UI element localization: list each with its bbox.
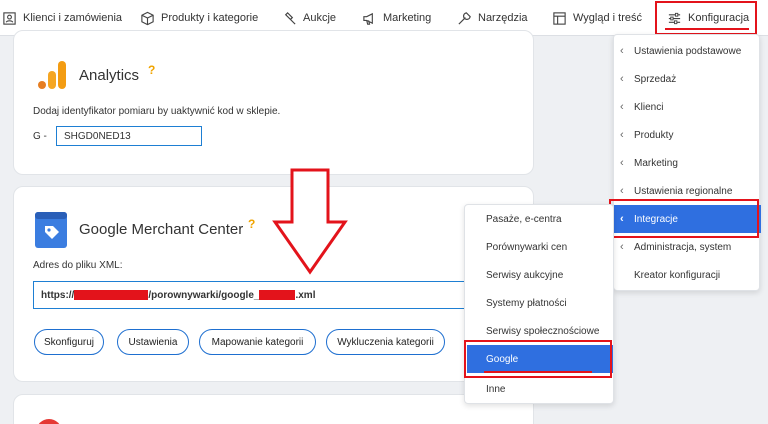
menu-item-label: Administracja, system xyxy=(634,241,732,253)
highlight-box xyxy=(609,199,759,238)
menu-item-marketing[interactable]: ‹ Marketing xyxy=(614,149,761,177)
menu-item-label: Inne xyxy=(486,383,506,395)
xml-label: Adres do pliku XML: xyxy=(33,260,123,271)
menu-item-basic-settings[interactable]: ‹ Ustawienia podstawowe xyxy=(614,37,761,65)
configuration-menu: ‹ Ustawienia podstawowe ‹ Sprzedaż ‹ Klienc… xyxy=(613,34,761,291)
analytics-title: Analytics xyxy=(79,67,140,84)
menu-item-label: Klienci xyxy=(634,101,664,113)
menu-item-label: Sprzedaż xyxy=(634,73,677,85)
down-arrow-annotation xyxy=(272,168,348,275)
submenu-item-price-comparison[interactable]: Porównywarki cen xyxy=(465,233,615,261)
category-exclusions-button[interactable]: Wykluczenia kategorii xyxy=(326,329,445,355)
submenu-item-other[interactable]: Inne xyxy=(465,375,615,403)
menu-item-label: Systemy płatności xyxy=(486,297,567,309)
box-icon xyxy=(141,11,154,25)
menu-item-label: Kreator konfiguracji xyxy=(634,269,721,281)
settings-button[interactable]: Ustawienia xyxy=(117,329,189,355)
chevron-left-icon: ‹ xyxy=(620,157,624,169)
chevron-left-icon: ‹ xyxy=(620,185,624,197)
menu-item-clients[interactable]: ‹ Klienci xyxy=(614,93,761,121)
hammer-icon xyxy=(284,11,296,25)
nav-label: Wygląd i treść xyxy=(573,12,642,24)
menu-item-label: Ustawienia regionalne xyxy=(634,185,733,197)
chevron-left-icon: ‹ xyxy=(620,241,624,253)
help-icon[interactable]: ? xyxy=(248,217,255,231)
nav-label: Klienci i zamówienia xyxy=(23,12,123,24)
help-icon[interactable]: ? xyxy=(148,63,155,77)
category-mapping-button[interactable]: Mapowanie kategorii xyxy=(199,329,316,355)
google-analytics-icon xyxy=(38,61,66,89)
partial-logo-icon xyxy=(38,419,60,424)
menu-item-label: Produkty xyxy=(634,129,674,141)
menu-item-label: Pasaże, e-centra xyxy=(486,213,562,225)
megaphone-icon xyxy=(363,12,373,25)
menu-item-label: Porównywarki cen xyxy=(486,241,568,253)
menu-item-products[interactable]: ‹ Produkty xyxy=(614,121,761,149)
chevron-left-icon: ‹ xyxy=(620,129,624,141)
submenu-item-marketplaces[interactable]: Pasaże, e-centra xyxy=(465,205,615,233)
measurement-prefix: G - xyxy=(33,131,47,142)
url-part: https:// xyxy=(41,289,75,301)
redacted-block xyxy=(259,290,296,300)
menu-item-label: Serwisy aukcyjne xyxy=(486,269,564,281)
url-part: /porownywarki/google_ xyxy=(148,289,260,301)
nav-label: Narzędzia xyxy=(478,12,528,24)
merchant-center-icon xyxy=(35,212,67,248)
nav-label: Aukcje xyxy=(303,12,337,24)
nav-appearance-content[interactable]: Wygląd i treść xyxy=(552,0,642,36)
menu-item-label: Ustawienia podstawowe xyxy=(634,45,742,57)
merchant-title: Google Merchant Center xyxy=(79,221,244,238)
url-part: .xml xyxy=(295,289,316,301)
measurement-id-input[interactable]: SHGD0NED13 xyxy=(56,126,202,146)
next-card xyxy=(13,394,534,424)
chevron-left-icon: ‹ xyxy=(620,45,624,57)
xml-url-field[interactable]: https:// /porownywarki/google_ .xml xyxy=(33,281,473,309)
menu-item-label: Marketing xyxy=(634,157,678,169)
layout-icon xyxy=(553,11,566,25)
submenu-item-payment-systems[interactable]: Systemy płatności xyxy=(465,289,615,317)
nav-label: Produkty i kategorie xyxy=(161,12,259,24)
analytics-card: Analytics ? Dodaj identyfikator pomiaru … xyxy=(13,30,534,175)
redacted-block xyxy=(74,290,149,300)
submenu-item-auction-services[interactable]: Serwisy aukcyjne xyxy=(465,261,615,289)
active-underline xyxy=(665,28,749,30)
analytics-description: Dodaj identyfikator pomiaru by uaktywnić… xyxy=(33,106,281,117)
chevron-left-icon: ‹ xyxy=(620,73,624,85)
chevron-left-icon: ‹ xyxy=(620,101,624,113)
active-underline xyxy=(484,371,592,373)
menu-item-sales[interactable]: ‹ Sprzedaż xyxy=(614,65,761,93)
user-icon xyxy=(3,11,16,25)
nav-label: Marketing xyxy=(383,12,432,24)
menu-item-config-wizard[interactable]: Kreator konfiguracji xyxy=(614,261,761,289)
configure-button[interactable]: Skonfiguruj xyxy=(34,329,104,355)
menu-item-label: Serwisy społecznościowe xyxy=(486,325,600,337)
wrench-icon xyxy=(458,11,471,25)
